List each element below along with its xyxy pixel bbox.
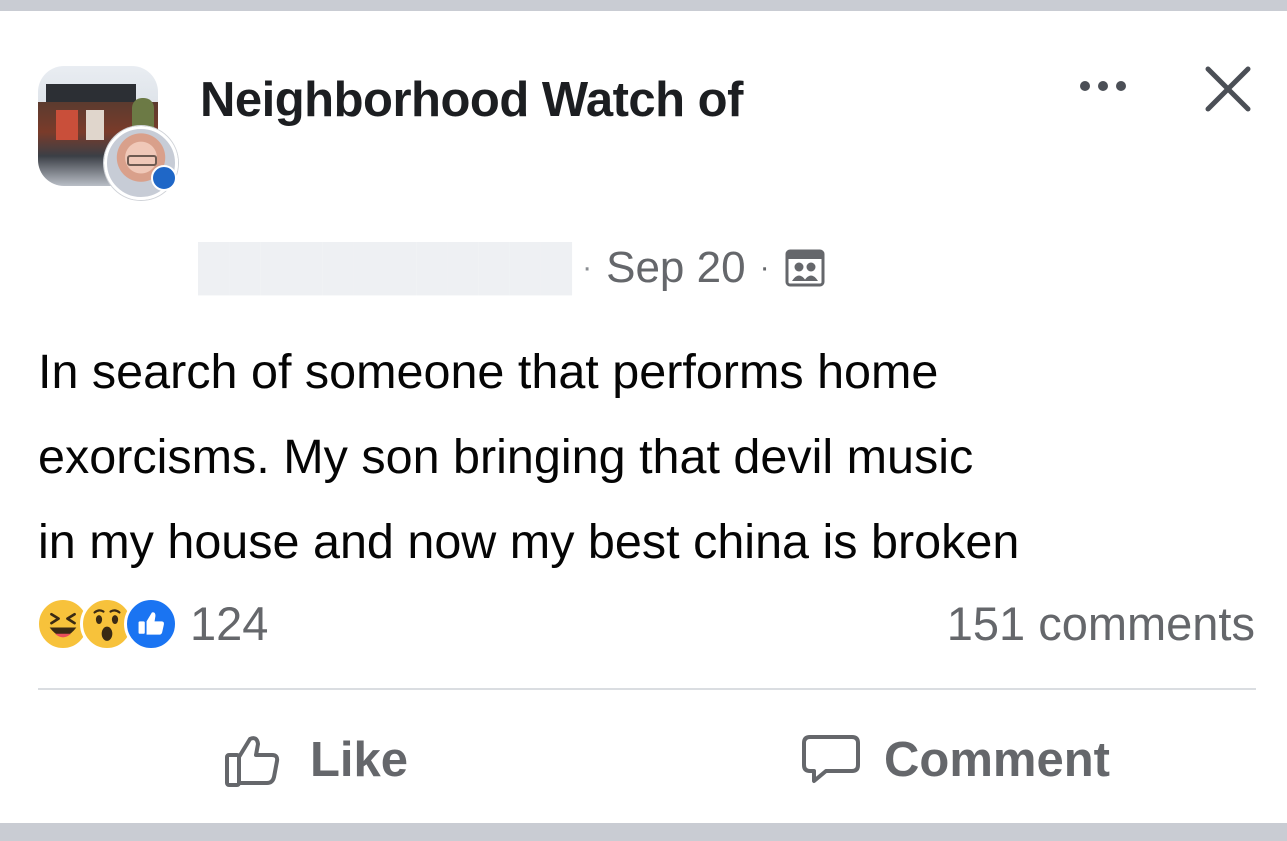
like-button[interactable]: Like xyxy=(222,725,408,795)
more-dot xyxy=(1080,81,1090,91)
post-body-line: In search of someone that performs home xyxy=(38,345,939,399)
comment-bubble-icon xyxy=(802,735,860,783)
post-body: In search of someone that performs home … xyxy=(38,330,1268,585)
comment-button[interactable]: Comment xyxy=(800,725,1110,795)
reaction-count[interactable]: 124 xyxy=(190,596,268,651)
building-door xyxy=(86,110,104,140)
thumbs-up-icon xyxy=(225,736,280,787)
group-members-icon xyxy=(785,249,825,287)
comment-label: Comment xyxy=(884,733,1110,787)
meta-separator: · xyxy=(759,251,770,284)
more-dot xyxy=(1116,81,1126,91)
more-dot xyxy=(1098,81,1108,91)
divider xyxy=(38,688,1256,690)
building-window xyxy=(56,110,78,140)
user-avatar[interactable] xyxy=(104,126,178,200)
bottom-frame-bar xyxy=(0,823,1287,841)
reactions-summary[interactable]: 124 xyxy=(36,596,268,651)
group-name[interactable]: Neighborhood Watch of xyxy=(200,72,743,128)
glasses xyxy=(127,155,157,166)
post-date[interactable]: Sep 20 xyxy=(606,243,745,293)
more-options-icon[interactable] xyxy=(1080,74,1140,98)
comments-count[interactable]: 151 comments xyxy=(870,596,1255,651)
close-icon[interactable] xyxy=(1200,61,1256,117)
post-meta: ████████████ · Sep 20 · xyxy=(198,238,826,298)
meta-separator: · xyxy=(582,251,593,284)
like-label: Like xyxy=(310,733,409,787)
post-body-line: exorcisms. My son bringing that devil mu… xyxy=(38,430,974,484)
profile-frame-badge xyxy=(151,165,177,191)
like-icon xyxy=(124,596,178,651)
post-body-line: in my house and now my best china is bro… xyxy=(38,515,1020,569)
post-avatar[interactable] xyxy=(38,66,178,200)
top-frame-bar xyxy=(0,0,1287,11)
building-roof xyxy=(46,84,136,102)
author-name-redacted[interactable]: ████████████ xyxy=(198,243,572,293)
